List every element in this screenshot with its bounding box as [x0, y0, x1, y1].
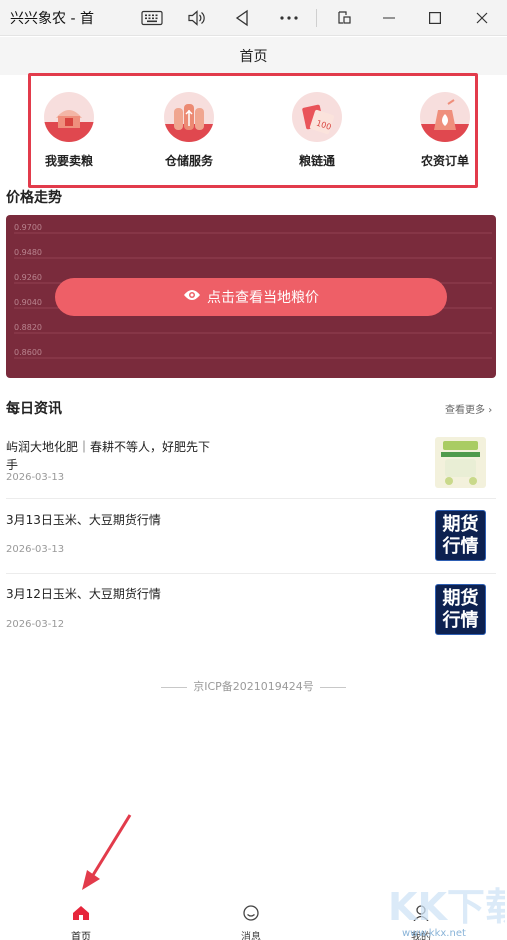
chart-y-tick-label: 0.9480 — [14, 248, 42, 257]
eye-icon — [183, 289, 201, 305]
window-titlebar: 兴兴象农 - 首 — [0, 0, 507, 36]
news-divider — [6, 573, 496, 574]
keyboard-icon[interactable] — [132, 0, 172, 36]
home-icon — [51, 905, 111, 925]
quick-menu-highlight: 我要卖粮 仓储服务 100 粮链通 农资订单 — [28, 73, 478, 188]
volume-icon[interactable] — [177, 0, 217, 36]
view-local-price-button[interactable]: 点击查看当地粮价 — [55, 278, 447, 316]
news-divider — [6, 498, 496, 499]
news-thumbnail — [435, 437, 486, 488]
icp-divider-right — [319, 686, 346, 688]
back-icon[interactable] — [222, 0, 262, 36]
page-header: 首页 — [0, 37, 507, 75]
quick-item-storage[interactable]: 仓储服务 — [149, 92, 229, 169]
news-date: 2026-03-12 — [6, 619, 65, 630]
news-date: 2026-03-13 — [6, 544, 65, 555]
news-title: 3月13日玉米、大豆期货行情 — [6, 513, 161, 527]
chart-y-tick-label: 0.8600 — [14, 348, 42, 357]
icp-footer: 京ICP备2021019424号 — [0, 678, 507, 694]
news-date: 2026-03-13 — [6, 472, 65, 483]
tab-label: 消息 — [241, 932, 261, 940]
chart-y-tick-label: 0.8820 — [14, 323, 42, 332]
kk-watermark-logo: KK下载 — [388, 885, 505, 929]
daily-news-title: 每日资讯 — [6, 401, 62, 417]
icp-number[interactable]: 京ICP备2021019424号 — [193, 680, 314, 693]
view-more-label: 查看更多 — [445, 405, 485, 416]
thumb-text-line: 期货 — [442, 588, 479, 609]
message-icon — [221, 905, 281, 925]
view-local-price-label: 点击查看当地粮价 — [207, 290, 319, 306]
chevron-right-icon: › — [488, 405, 493, 416]
chart-y-tick-label: 0.9260 — [14, 273, 42, 282]
quick-item-label: 仓储服务 — [164, 154, 213, 168]
news-thumbnail: 期货 行情 — [435, 510, 486, 561]
page-title: 首页 — [239, 49, 268, 65]
news-item[interactable]: 屿润大地化肥｜春耕不等人，好肥先下手 2026-03-13 — [0, 430, 496, 498]
granary-icon — [44, 92, 94, 142]
quick-item-grain-chain[interactable]: 100 粮链通 — [277, 92, 357, 169]
quick-item-label: 我要卖粮 — [44, 154, 93, 168]
news-item[interactable]: 3月13日玉米、大豆期货行情 2026-03-13 期货 行情 — [0, 500, 496, 572]
minimize-icon[interactable] — [369, 0, 409, 36]
app-title: 兴兴象农 - 首 — [10, 10, 94, 27]
svg-text:KK下载: KK下载 — [388, 885, 505, 929]
news-thumbnail: 期货 行情 — [435, 584, 486, 635]
price-trend-title: 价格走势 — [6, 190, 62, 206]
close-icon[interactable] — [462, 0, 502, 36]
thumb-text-line: 行情 — [442, 536, 479, 557]
tab-label: 首页 — [71, 932, 91, 940]
tab-home[interactable]: 首页 — [51, 905, 111, 940]
chart-y-tick-label: 0.9700 — [14, 223, 42, 232]
titlebar-divider — [316, 9, 317, 27]
screen-rotate-icon[interactable] — [324, 0, 364, 36]
quick-item-farm-order[interactable]: 农资订单 — [405, 92, 485, 169]
arrow-annotation — [82, 814, 132, 890]
app-window: 兴兴象农 - 首 首页 我要卖粮 仓储服务 100 粮链通 农资订单 价格走势 … — [0, 0, 507, 940]
maximize-icon[interactable] — [415, 0, 455, 36]
icp-divider-left — [161, 686, 188, 688]
quick-item-label: 农资订单 — [420, 154, 469, 168]
thumb-text-line: 行情 — [442, 610, 479, 631]
more-icon[interactable] — [269, 0, 309, 36]
farm-supply-icon — [420, 92, 470, 142]
quick-item-sell-grain[interactable]: 我要卖粮 — [29, 92, 109, 169]
thumb-text-line: 期货 — [442, 514, 479, 535]
watermark-url: www.kkx.net — [402, 928, 466, 939]
news-item[interactable]: 3月12日玉米、大豆期货行情 2026-03-12 期货 行情 — [0, 575, 496, 647]
warehouse-icon — [164, 92, 214, 142]
tab-messages[interactable]: 消息 — [221, 905, 281, 940]
chart-y-tick-label: 0.9040 — [14, 298, 42, 307]
news-title: 3月12日玉米、大豆期货行情 — [6, 587, 161, 601]
quick-item-label: 粮链通 — [298, 154, 335, 168]
news-title: 屿润大地化肥｜春耕不等人，好肥先下手 — [6, 440, 211, 472]
view-more-link[interactable]: 查看更多 › — [445, 401, 492, 416]
grain-ticket-icon: 100 — [292, 92, 342, 142]
